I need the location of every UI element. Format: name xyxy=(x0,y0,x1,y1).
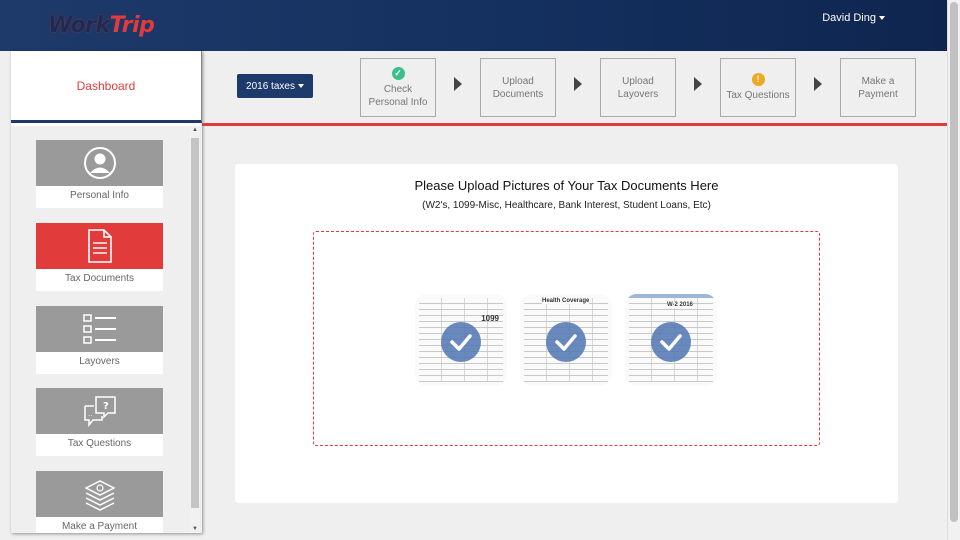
upload-subtitle: (W2's, 1099-Misc, Healthcare, Bank Inter… xyxy=(422,200,711,211)
step-label-line1: Upload xyxy=(502,75,534,87)
step-check-personal-info[interactable]: ✓ Check Personal Info xyxy=(360,58,436,117)
scroll-up-arrow-icon[interactable]: ▲ xyxy=(192,127,198,133)
sidebar-item-label: Tax Documents xyxy=(65,273,134,284)
arrow-right-icon xyxy=(694,77,702,91)
doc-header: W-2 2016 xyxy=(667,302,693,308)
tax-year-label: 2016 taxes xyxy=(246,80,295,92)
sidebar-dashboard-link[interactable]: Dashboard xyxy=(11,51,202,123)
sidebar-tile xyxy=(36,140,163,186)
sidebar-tile xyxy=(36,471,163,517)
user-name: David Ding xyxy=(822,12,876,24)
sidebar: Dashboard Personal Info Tax Documents La… xyxy=(11,51,202,533)
step-label-line1: Upload xyxy=(622,75,654,87)
upload-dropzone[interactable]: 1099 Health Coverage W-2 2016 xyxy=(313,231,820,446)
arrow-right-icon xyxy=(814,77,822,91)
sample-w2-document: W-2 2016 xyxy=(625,294,717,386)
sample-health-coverage-document: Health Coverage xyxy=(520,294,612,386)
step-upload-layovers[interactable]: Upload Layovers xyxy=(600,58,676,117)
progress-steps-bar: 2016 taxes ✓ Check Personal Info Upload … xyxy=(202,51,947,126)
checkmark-circle-icon xyxy=(546,322,586,362)
sidebar-nav-list: Personal Info Tax Documents Layovers ? .… xyxy=(11,126,202,533)
logo-text-work: Work xyxy=(48,12,110,38)
step-label-line1: Check xyxy=(383,83,413,95)
step-label-line2: Layovers xyxy=(617,88,659,100)
sidebar-item-label: Layovers xyxy=(79,356,120,367)
step-tax-questions[interactable]: ! Tax Questions xyxy=(720,58,796,117)
step-label-line2: Payment xyxy=(858,88,898,100)
upload-card: Please Upload Pictures of Your Tax Docum… xyxy=(235,164,898,503)
step-label-line2: Personal Info xyxy=(368,96,428,108)
document-icon xyxy=(87,229,112,263)
sidebar-item-label: Tax Questions xyxy=(67,438,132,449)
checkmark-circle-icon xyxy=(651,322,691,362)
sidebar-item-label: Personal Info xyxy=(70,190,129,201)
arrow-right-icon xyxy=(574,77,582,91)
money-stack-icon xyxy=(83,480,116,511)
user-icon xyxy=(83,147,116,179)
svg-text:..: .. xyxy=(88,410,92,418)
sidebar-item-layovers[interactable]: Layovers xyxy=(36,306,163,374)
check-badge-icon: ✓ xyxy=(391,66,405,80)
svg-text:?: ? xyxy=(103,401,109,412)
sidebar-item-label: Make a Payment xyxy=(61,521,138,532)
step-label-line1: Make a xyxy=(861,75,895,87)
step-label-line2: Documents xyxy=(492,88,544,100)
sample-1099-document: 1099 xyxy=(415,294,507,386)
arrow-right-icon xyxy=(454,77,462,91)
checkmark-circle-icon xyxy=(441,322,481,362)
checklist-icon xyxy=(82,314,116,344)
sidebar-tile xyxy=(36,223,163,269)
worktrip-logo[interactable]: Work Trip xyxy=(48,10,155,40)
doc-header: 1099 xyxy=(481,314,499,323)
doc-header: Health Coverage xyxy=(542,298,590,304)
sidebar-item-tax-documents[interactable]: Tax Documents xyxy=(36,223,163,291)
tax-year-dropdown[interactable]: 2016 taxes xyxy=(237,74,313,98)
warning-badge-icon: ! xyxy=(751,73,765,86)
sidebar-tile xyxy=(36,306,163,352)
upload-title: Please Upload Pictures of Your Tax Docum… xyxy=(414,178,719,193)
page-scrollbar-thumb[interactable] xyxy=(950,2,958,522)
sidebar-scrollbar-thumb[interactable] xyxy=(191,138,199,508)
caret-down-icon xyxy=(297,84,304,88)
page-scrollbar[interactable] xyxy=(947,0,960,540)
top-navbar: Work Trip David Ding xyxy=(0,0,947,51)
sidebar-item-tax-questions[interactable]: ? .. Tax Questions xyxy=(36,388,163,456)
sidebar-tile: ? .. xyxy=(36,388,163,434)
logo-text-trip: Trip xyxy=(109,12,155,38)
step-upload-documents[interactable]: Upload Documents xyxy=(480,58,556,117)
step-make-a-payment[interactable]: Make a Payment xyxy=(840,58,916,117)
scroll-down-arrow-icon[interactable]: ▼ xyxy=(192,526,198,532)
sidebar-scrollbar[interactable]: ▲ ▼ xyxy=(190,126,200,533)
sidebar-item-personal-info[interactable]: Personal Info xyxy=(36,140,163,208)
step-label-line1: Tax Questions xyxy=(726,90,790,101)
dashboard-label: Dashboard xyxy=(76,78,136,93)
sidebar-item-make-a-payment[interactable]: Make a Payment xyxy=(36,471,163,533)
caret-down-icon xyxy=(879,16,885,21)
chat-question-icon: ? .. xyxy=(83,396,116,428)
user-menu-dropdown[interactable]: David Ding xyxy=(822,12,885,24)
